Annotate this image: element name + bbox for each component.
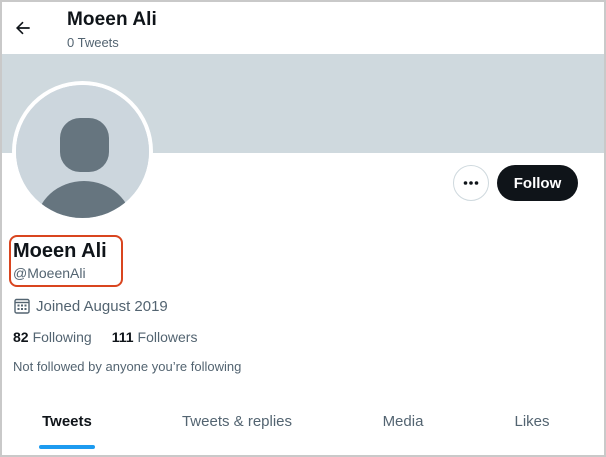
follow-button[interactable]: Follow: [497, 165, 578, 201]
followers-link[interactable]: 111 Followers: [112, 329, 198, 345]
active-tab-indicator: [39, 445, 95, 449]
tab-likes[interactable]: Likes: [464, 394, 600, 449]
join-date: Joined August 2019: [13, 297, 168, 315]
calendar-icon: [14, 298, 30, 314]
follow-stats: 82 Following 111 Followers: [13, 329, 217, 345]
tab-label: Likes: [514, 413, 550, 430]
top-bar: Moeen Ali 0 Tweets: [2, 2, 604, 54]
tab-label: Tweets & replies: [181, 413, 293, 430]
join-date-text: Joined August 2019: [36, 297, 168, 315]
following-count: 82: [13, 329, 29, 345]
more-horizontal-icon: [463, 181, 479, 185]
followers-label: Followers: [137, 329, 198, 345]
tab-media[interactable]: Media: [342, 394, 464, 449]
profile-name: Moeen Ali: [13, 240, 107, 262]
page-title: Moeen Ali: [67, 9, 157, 30]
default-avatar: [16, 85, 149, 218]
arrow-left-icon: [16, 21, 30, 35]
tweet-count: 0 Tweets: [67, 35, 119, 50]
followers-count: 111: [111, 329, 134, 345]
more-options-button[interactable]: [453, 165, 489, 201]
tab-label: Media: [382, 413, 424, 430]
following-link[interactable]: 82 Following: [13, 329, 92, 345]
tab-tweets[interactable]: Tweets: [2, 394, 132, 449]
following-label: Following: [32, 329, 92, 345]
back-button[interactable]: [6, 11, 40, 45]
not-followed-notice: Not followed by anyone you’re following: [13, 359, 242, 374]
profile-tabs: Tweets Tweets & replies Media Likes: [2, 394, 604, 449]
avatar[interactable]: [12, 81, 153, 222]
profile-handle: @MoeenAli: [13, 265, 86, 281]
tab-tweets-replies[interactable]: Tweets & replies: [132, 394, 342, 449]
avatar-silhouette-icon: [16, 85, 149, 218]
profile-page: Moeen Ali 0 Tweets Follow Moeen Ali @Moe…: [0, 0, 606, 457]
tab-label: Tweets: [42, 413, 92, 430]
